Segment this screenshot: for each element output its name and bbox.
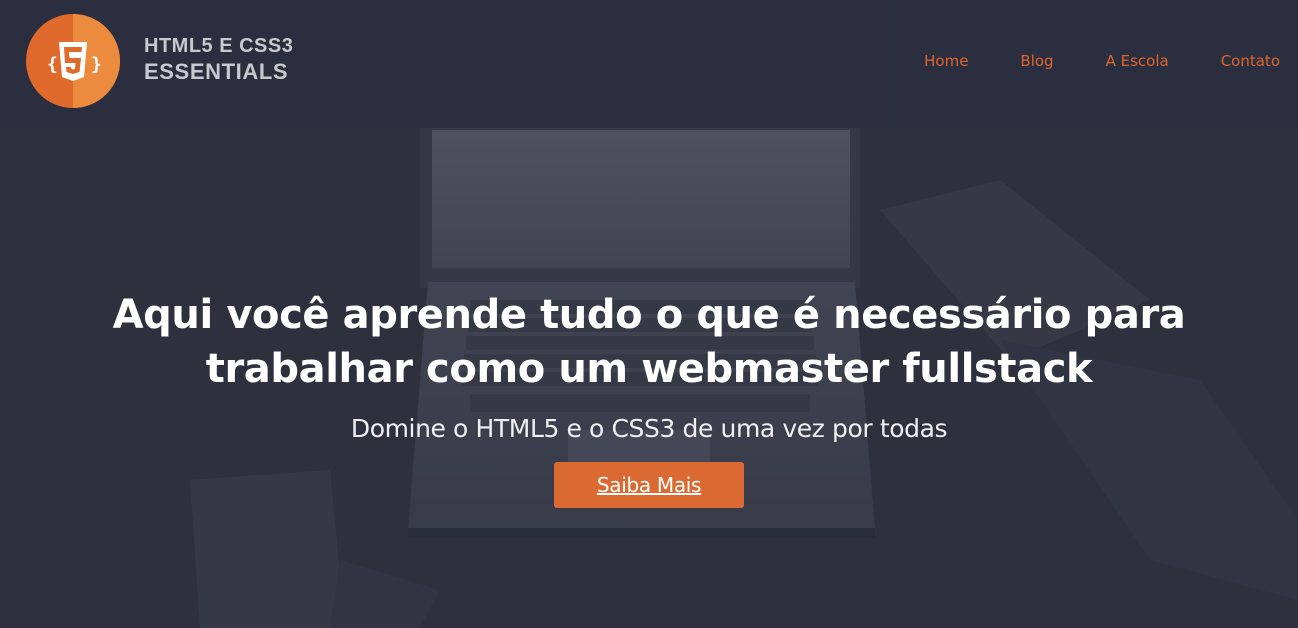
svg-text:}: } xyxy=(91,54,102,75)
hero-subtitle: Domine o HTML5 e o CSS3 de uma vez por t… xyxy=(350,414,948,443)
svg-text:{: { xyxy=(47,54,58,75)
main-nav: Home Blog A Escola Contato xyxy=(872,52,1280,70)
brand-line-2: ESSENTIALS xyxy=(144,59,289,84)
nav-link-a-escola[interactable]: A Escola xyxy=(1106,52,1169,70)
html5-icon: { } xyxy=(26,14,120,108)
nav-link-contato[interactable]: Contato xyxy=(1221,52,1280,70)
hero-section: Aqui você aprende tudo o que é necessári… xyxy=(0,288,1298,508)
brand-line-1: HTML5 E CSS3 xyxy=(144,35,294,57)
hero-title: Aqui você aprende tudo o que é necessári… xyxy=(112,292,1186,392)
page: { } HTML5 E CSS3 ESSENTIALS Home Blog A … xyxy=(0,0,1298,628)
nav-link-blog[interactable]: Blog xyxy=(1020,52,1053,70)
nav-link-home[interactable]: Home xyxy=(924,52,968,70)
brand-name: HTML5 E CSS3 ESSENTIALS xyxy=(144,33,293,85)
brand-logo[interactable]: { } HTML5 E CSS3 ESSENTIALS xyxy=(26,14,293,108)
saiba-mais-button[interactable]: Saiba Mais xyxy=(554,462,744,508)
site-header: { } HTML5 E CSS3 ESSENTIALS Home Blog A … xyxy=(0,0,1298,124)
